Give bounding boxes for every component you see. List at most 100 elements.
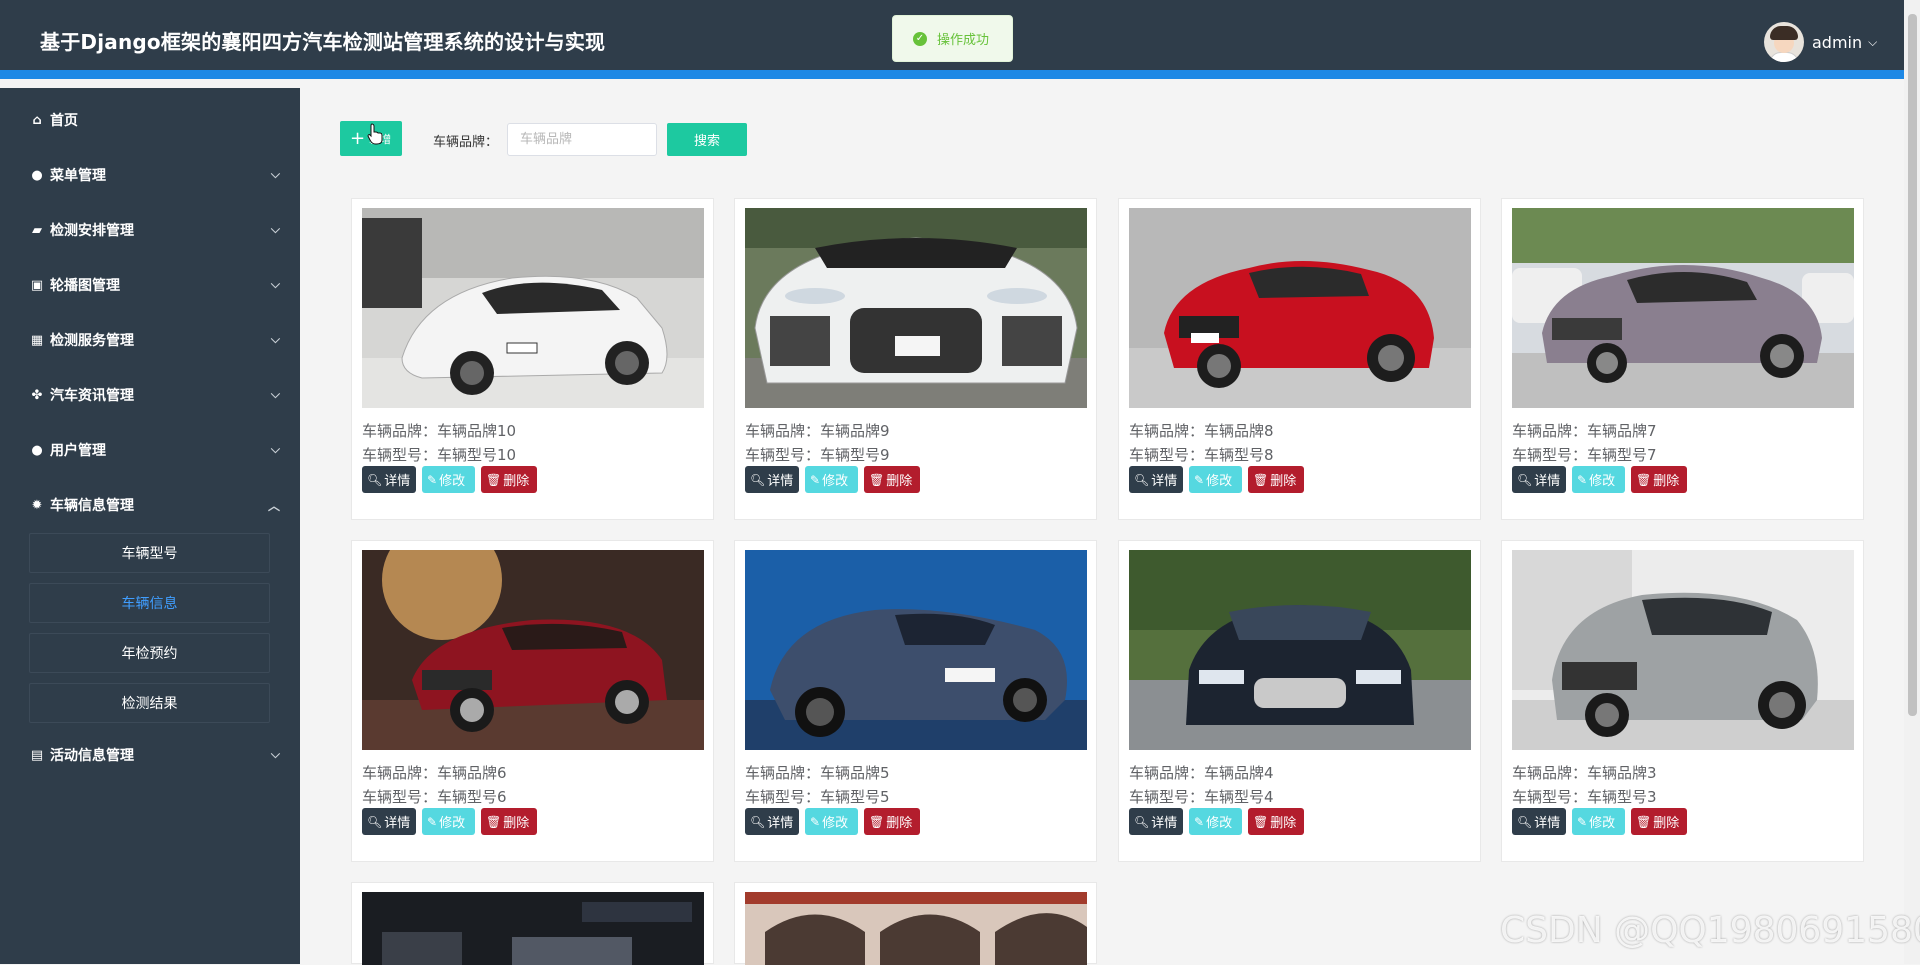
delete-button[interactable]: 🗑︎ 删除 (481, 466, 537, 493)
sidebar-sub-item-vehicle-info[interactable]: 车辆信息 (29, 583, 270, 623)
watermark: CSDN @QQ1980691580 (1500, 910, 1920, 951)
sidebar-item-home[interactable]: ⌂ 首页 (0, 105, 300, 135)
delete-button[interactable]: 🗑︎ 删除 (1631, 808, 1687, 835)
sidebar-item-activity-info[interactable]: ▤ 活动信息管理 ⌵ (0, 740, 300, 770)
vehicle-card: 车辆品牌：车辆品牌6 车辆型号：车辆型号6 🔍︎ 详情 ✎ 修改 🗑︎ 删除 (351, 540, 714, 862)
pencil-icon: ✎ (1577, 472, 1588, 487)
vehicle-model: 车辆型号：车辆型号4 (1129, 788, 1274, 806)
vehicle-card: 车辆品牌：车辆品牌4 车辆型号：车辆型号4 🔍︎ 详情 ✎ 修改 🗑︎ 删除 (1118, 540, 1481, 862)
sidebar-item-label: 汽车资讯管理 (50, 388, 134, 404)
vehicle-image[interactable] (1129, 550, 1471, 750)
vehicle-image[interactable] (362, 550, 704, 750)
vehicle-card (734, 882, 1097, 965)
sidebar-item-car-news[interactable]: ✤ 汽车资讯管理 ⌵ (0, 380, 300, 410)
vehicle-image[interactable] (745, 550, 1087, 750)
scrollbar-thumb[interactable] (1908, 14, 1917, 716)
sidebar-item-label: 轮播图管理 (50, 278, 120, 294)
detail-button[interactable]: 🔍︎ 详情 (1512, 466, 1566, 493)
vehicle-image[interactable] (1512, 550, 1854, 750)
brand-search-input[interactable] (507, 123, 657, 156)
detail-button[interactable]: 🔍︎ 详情 (362, 808, 416, 835)
vehicle-image[interactable] (1129, 208, 1471, 408)
edit-button[interactable]: ✎ 修改 (1189, 808, 1242, 835)
edit-button[interactable]: ✎ 修改 (805, 808, 858, 835)
sidebar-sub-item-vehicle-model[interactable]: 车辆型号 (29, 533, 270, 573)
vehicle-model: 车辆型号：车辆型号7 (1512, 446, 1657, 464)
detail-button[interactable]: 🔍︎ 详情 (1129, 808, 1183, 835)
vehicle-image[interactable] (362, 208, 704, 408)
detail-button[interactable]: 🔍︎ 详情 (745, 466, 799, 493)
edit-button[interactable]: ✎ 修改 (1572, 808, 1625, 835)
apps-icon: ✤ (31, 387, 43, 403)
detail-button[interactable]: 🔍︎ 详情 (745, 808, 799, 835)
search-button[interactable]: 搜索 (667, 123, 747, 156)
edit-button[interactable]: ✎ 修改 (805, 466, 858, 493)
chevron-down-icon: ⌵ (270, 222, 280, 236)
vehicle-image[interactable] (745, 892, 1087, 965)
sidebar-sub-item-inspection-result[interactable]: 检测结果 (29, 683, 270, 723)
briefcase-icon: ▰ (32, 222, 42, 238)
delete-button[interactable]: 🗑︎ 删除 (864, 466, 920, 493)
vehicle-card: 车辆品牌：车辆品牌8 车辆型号：车辆型号8 🔍︎ 详情 ✎ 修改 🗑︎ 删除 (1118, 198, 1481, 520)
vehicle-card (351, 882, 714, 965)
chevron-down-icon: ⌵ (270, 332, 280, 346)
sidebar-item-vehicle-info[interactable]: ✹ 车辆信息管理 ︿ (0, 490, 300, 520)
check-circle-icon: ✓ (913, 31, 927, 46)
edit-button[interactable]: ✎ 修改 (422, 466, 475, 493)
table-icon: ▤ (30, 747, 44, 763)
edit-button[interactable]: ✎ 修改 (422, 808, 475, 835)
avatar[interactable] (1764, 22, 1804, 62)
detail-button[interactable]: 🔍︎ 详情 (362, 466, 416, 493)
edit-button[interactable]: ✎ 修改 (1572, 466, 1625, 493)
user-menu[interactable]: admin ⌵ (1764, 22, 1877, 62)
vehicle-model: 车辆型号：车辆型号6 (362, 788, 507, 806)
sidebar-item-menu[interactable]: ● 菜单管理 ⌵ (0, 160, 300, 190)
trash-icon: 🗑︎ (1253, 814, 1269, 829)
top-header: 基于Django框架的襄阳四方汽车检测站管理系统的设计与实现 ✓ 操作成功 ad… (0, 0, 1904, 79)
sidebar-item-label: 车辆信息管理 (50, 498, 134, 514)
vehicle-card: 车辆品牌：车辆品牌3 车辆型号：车辆型号3 🔍︎ 详情 ✎ 修改 🗑︎ 删除 (1501, 540, 1864, 862)
search-icon: 🔍︎ (1517, 814, 1533, 829)
delete-button[interactable]: 🗑︎ 删除 (864, 808, 920, 835)
vehicle-model: 车辆型号：车辆型号5 (745, 788, 890, 806)
sidebar-item-carousel[interactable]: ▣ 轮播图管理 ⌵ (0, 270, 300, 300)
page-scrollbar[interactable] (1904, 0, 1920, 964)
vehicle-card: 车辆品牌：车辆品牌7 车辆型号：车辆型号7 🔍︎ 详情 ✎ 修改 🗑︎ 删除 (1501, 198, 1864, 520)
vehicle-card: 车辆品牌：车辆品牌5 车辆型号：车辆型号5 🔍︎ 详情 ✎ 修改 🗑︎ 删除 (734, 540, 1097, 862)
edit-button[interactable]: ✎ 修改 (1189, 466, 1242, 493)
chevron-down-icon[interactable]: ⌵ (1868, 35, 1877, 50)
vehicle-image[interactable] (745, 208, 1087, 408)
detail-button[interactable]: 🔍︎ 详情 (1512, 808, 1566, 835)
delete-button[interactable]: 🗑︎ 删除 (1248, 466, 1304, 493)
chevron-up-icon: ︿ (267, 499, 280, 513)
chevron-down-icon: ⌵ (270, 167, 280, 181)
toast-message: 操作成功 (937, 33, 990, 48)
delete-button[interactable]: 🗑︎ 删除 (1248, 808, 1304, 835)
user-name[interactable]: admin (1812, 33, 1862, 52)
delete-button[interactable]: 🗑︎ 删除 (481, 808, 537, 835)
delete-button[interactable]: 🗑︎ 删除 (1631, 466, 1687, 493)
vehicle-brand: 车辆品牌：车辆品牌10 (362, 422, 517, 440)
pencil-icon: ✎ (1194, 814, 1205, 829)
vehicle-brand: 车辆品牌：车辆品牌9 (745, 422, 890, 440)
vehicle-image[interactable] (362, 892, 704, 965)
pencil-icon: ✎ (427, 472, 438, 487)
sidebar-item-inspection-service[interactable]: ▦ 检测服务管理 ⌵ (0, 325, 300, 355)
vehicle-model: 车辆型号：车辆型号8 (1129, 446, 1274, 464)
trash-icon: 🗑︎ (486, 814, 502, 829)
sidebar-sub-item-annual-inspection[interactable]: 年检预约 (29, 633, 270, 673)
sidebar-item-users[interactable]: ● 用户管理 ⌵ (0, 435, 300, 465)
user-icon: ● (31, 442, 43, 458)
detail-button[interactable]: 🔍︎ 详情 (1129, 466, 1183, 493)
vehicle-brand: 车辆品牌：车辆品牌4 (1129, 764, 1274, 782)
chevron-down-icon: ⌵ (270, 747, 280, 761)
sidebar-item-label: 检测服务管理 (50, 333, 134, 349)
vehicle-model: 车辆型号：车辆型号10 (362, 446, 517, 464)
sidebar-item-inspection-schedule[interactable]: ▰ 检测安排管理 ⌵ (0, 215, 300, 245)
vehicle-image[interactable] (1512, 208, 1854, 408)
sidebar-item-label: 检测安排管理 (50, 223, 134, 239)
pencil-icon: ✎ (810, 472, 821, 487)
vehicle-brand: 车辆品牌：车辆品牌8 (1129, 422, 1274, 440)
grid-icon: ▦ (30, 332, 44, 348)
search-icon: 🔍︎ (1517, 472, 1533, 487)
